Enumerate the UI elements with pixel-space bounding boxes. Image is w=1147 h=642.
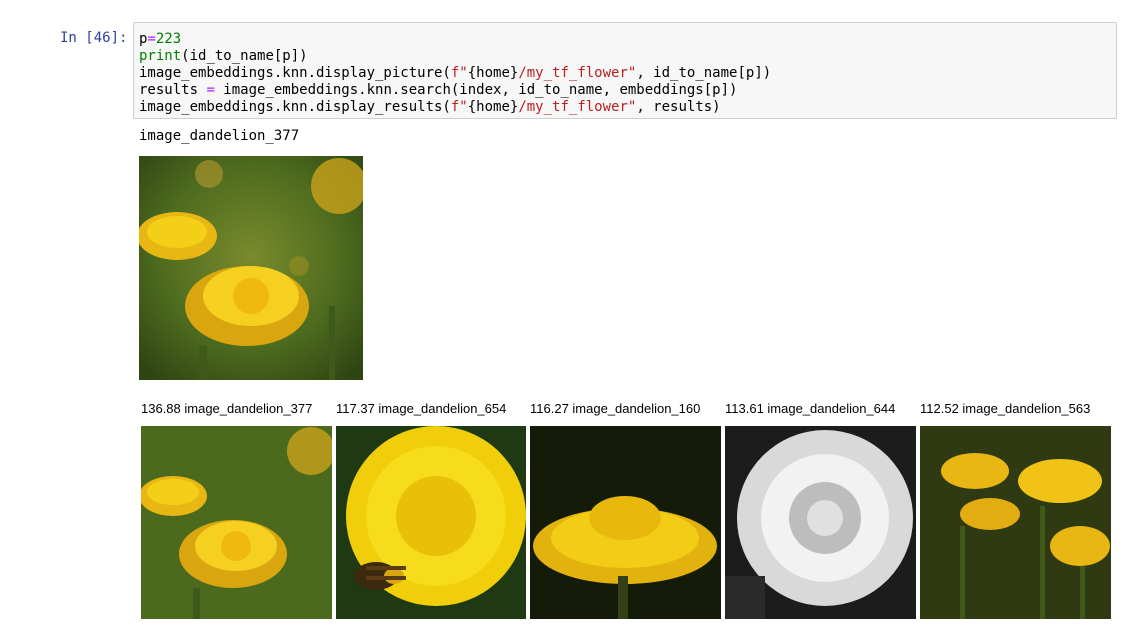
result-image (336, 426, 526, 619)
printed-output: image_dandelion_377 (139, 128, 300, 144)
result-caption: 116.27 image_dandelion_160 (530, 401, 701, 416)
input-prompt: In [46]: (60, 30, 128, 46)
code-cell-input[interactable]: p=223 print(id_to_name[p]) image_embeddi… (133, 22, 1117, 119)
query-image (139, 156, 363, 380)
result-image (725, 426, 916, 619)
result-image (141, 426, 332, 619)
code-token: {home} (467, 99, 519, 115)
code-token: = (206, 82, 215, 98)
code-token: image_embeddings.knn.search(index, id_to… (214, 82, 738, 98)
dandelion-image-icon (336, 426, 526, 619)
result-image (530, 426, 721, 619)
code-token: {home} (467, 65, 519, 81)
dandelion-image-icon (725, 426, 916, 619)
dandelion-image-icon (139, 156, 363, 380)
code-token: = (147, 31, 156, 47)
result-image (920, 426, 1111, 619)
dandelion-image-icon (530, 426, 721, 619)
code-token: image_embeddings.knn.display_results( (139, 99, 451, 115)
result-caption: 117.37 image_dandelion_654 (336, 401, 507, 416)
code-token: image_embeddings.knn.display_picture( (139, 65, 451, 81)
result-caption: 136.88 image_dandelion_377 (141, 401, 313, 416)
dandelion-image-icon (141, 426, 332, 619)
code-editor[interactable]: p=223 print(id_to_name[p]) image_embeddi… (139, 31, 771, 116)
code-token: print (139, 48, 182, 64)
code-token: f" (450, 99, 468, 115)
code-token: , id_to_name[p]) (636, 65, 772, 81)
code-token: f" (450, 65, 468, 81)
dandelion-image-icon (920, 426, 1111, 619)
code-token: /my_tf_flower" (518, 65, 637, 81)
code-token: results (139, 82, 207, 98)
result-caption: 112.52 image_dandelion_563 (920, 401, 1091, 416)
code-token: , results) (636, 99, 721, 115)
code-token: /my_tf_flower" (518, 99, 637, 115)
code-token: (id_to_name[p]) (181, 48, 308, 64)
code-token: 223 (155, 31, 182, 47)
result-caption: 113.61 image_dandelion_644 (725, 401, 896, 416)
